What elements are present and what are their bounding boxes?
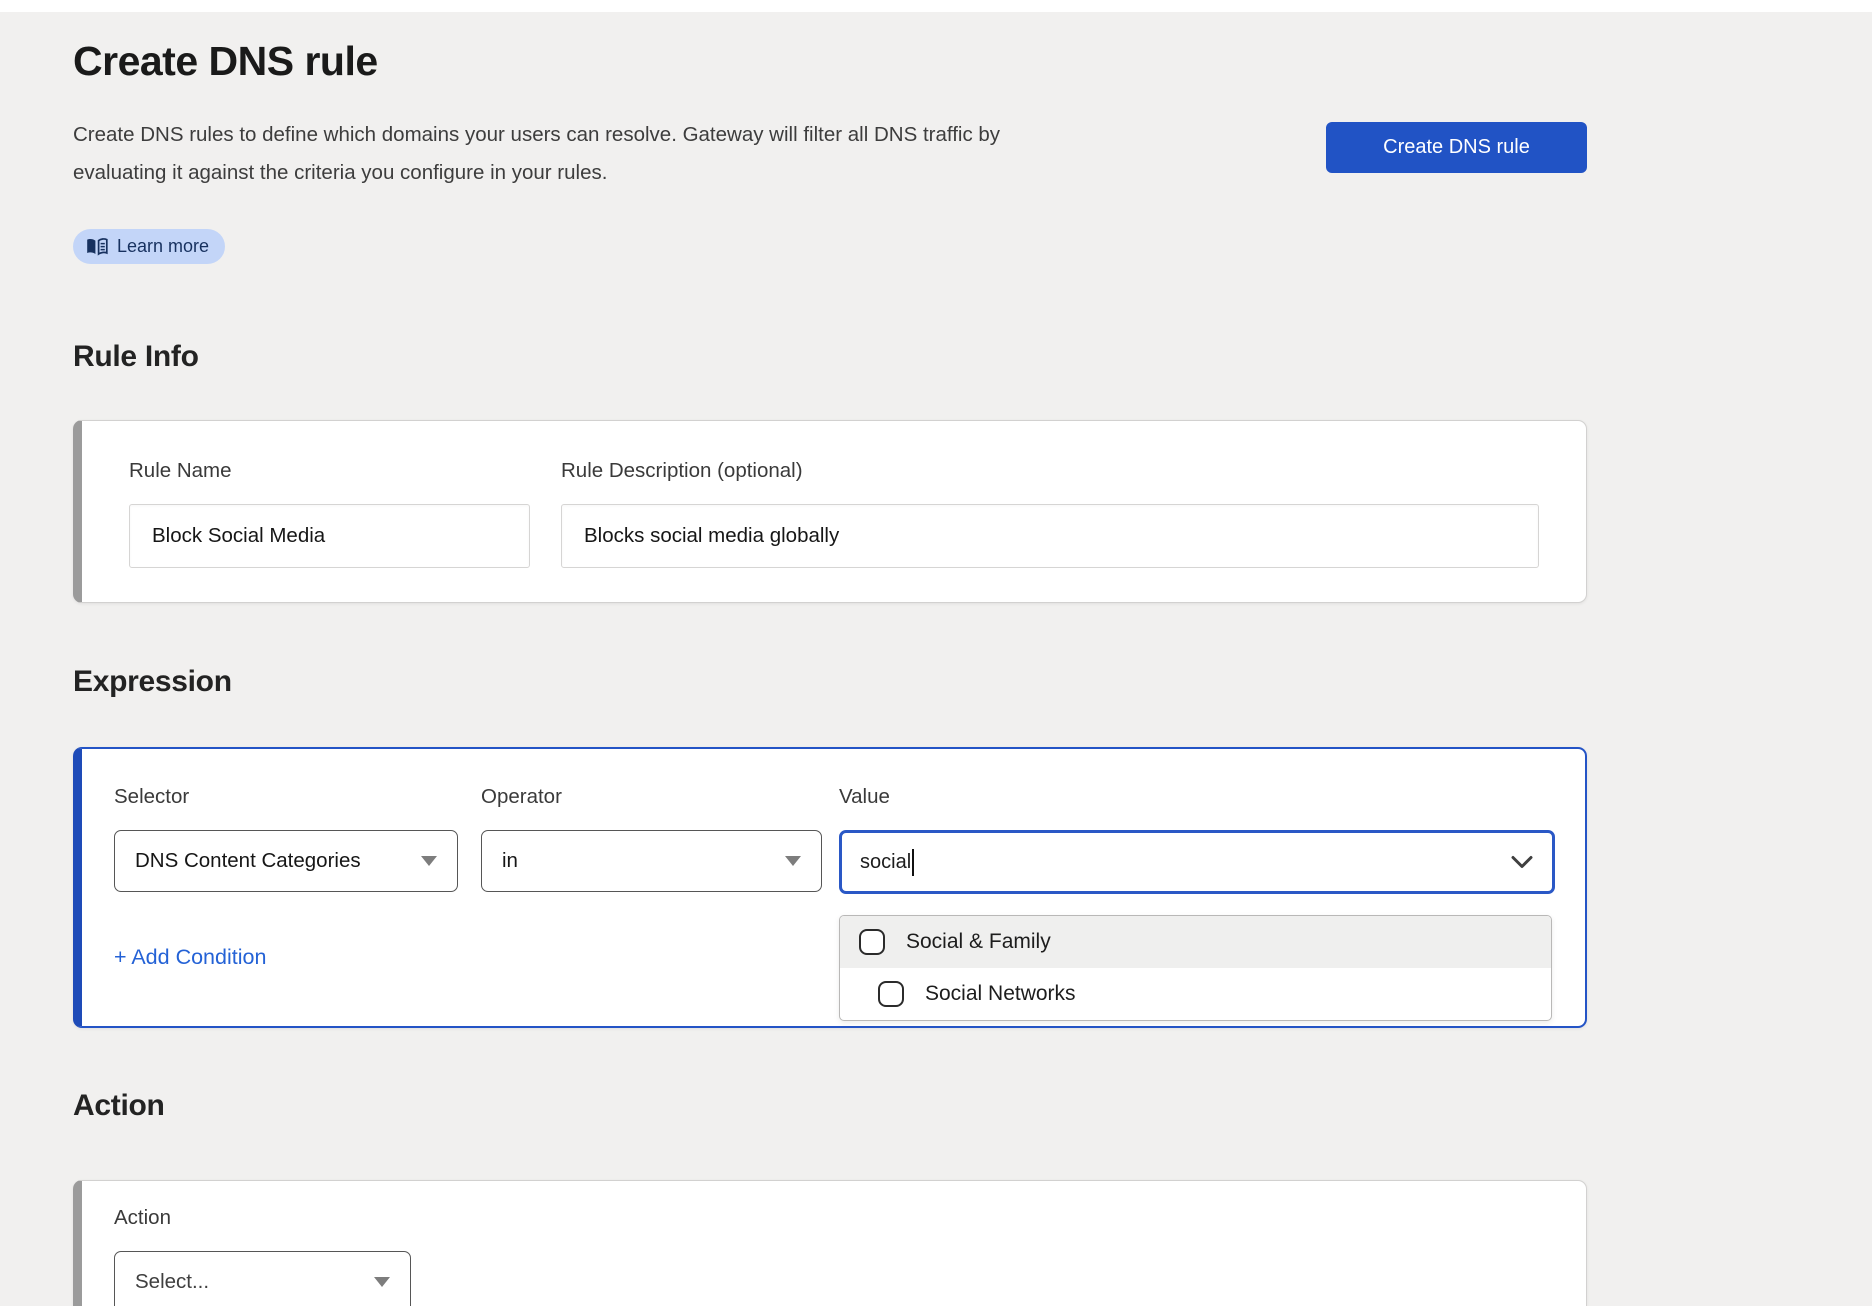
selector-select-value: DNS Content Categories: [135, 849, 407, 873]
text-cursor: [912, 849, 914, 876]
chevron-down-icon: [1510, 855, 1534, 869]
dropdown-option-social-family[interactable]: Social & Family: [840, 916, 1551, 968]
checkbox-social-networks[interactable]: [878, 981, 904, 1007]
action-heading: Action: [73, 1089, 165, 1123]
rule-name-input[interactable]: [129, 504, 530, 568]
action-select-value: Select...: [135, 1270, 360, 1294]
create-dns-rule-page: Create DNS rule Create DNS rules to defi…: [0, 12, 1872, 1306]
value-label: Value: [839, 785, 890, 809]
create-dns-rule-button[interactable]: Create DNS rule: [1326, 122, 1587, 173]
selector-select[interactable]: DNS Content Categories: [114, 830, 458, 892]
page-description: Create DNS rules to define which domains…: [73, 116, 1073, 192]
expression-card: Selector DNS Content Categories Operator…: [73, 747, 1587, 1028]
rule-info-card: Rule Name Rule Description (optional): [73, 420, 1587, 603]
caret-down-icon: [785, 856, 801, 866]
value-combobox[interactable]: social: [839, 830, 1555, 894]
dropdown-option-social-networks[interactable]: Social Networks: [840, 968, 1551, 1020]
dropdown-option-label: Social & Family: [906, 930, 1051, 954]
rule-description-label: Rule Description (optional): [561, 459, 803, 483]
rule-info-heading: Rule Info: [73, 340, 199, 374]
operator-label: Operator: [481, 785, 562, 809]
book-icon: [86, 238, 108, 256]
caret-down-icon: [374, 1277, 390, 1287]
learn-more-badge[interactable]: Learn more: [73, 229, 225, 264]
value-combobox-text: social: [860, 851, 911, 874]
rule-description-input[interactable]: [561, 504, 1539, 568]
page-title: Create DNS rule: [73, 38, 378, 85]
operator-select-value: in: [502, 849, 771, 873]
checkbox-social-family[interactable]: [859, 929, 885, 955]
action-select[interactable]: Select...: [114, 1251, 411, 1306]
action-label: Action: [114, 1206, 171, 1230]
learn-more-label: Learn more: [117, 236, 209, 257]
operator-select[interactable]: in: [481, 830, 822, 892]
selector-label: Selector: [114, 785, 189, 809]
caret-down-icon: [421, 856, 437, 866]
action-card: Action Select...: [73, 1180, 1587, 1306]
expression-heading: Expression: [73, 665, 232, 699]
value-dropdown-panel: Social & Family Social Networks: [839, 915, 1552, 1021]
rule-name-label: Rule Name: [129, 459, 232, 483]
dropdown-option-label: Social Networks: [925, 982, 1076, 1006]
add-condition-link[interactable]: + Add Condition: [114, 945, 266, 970]
